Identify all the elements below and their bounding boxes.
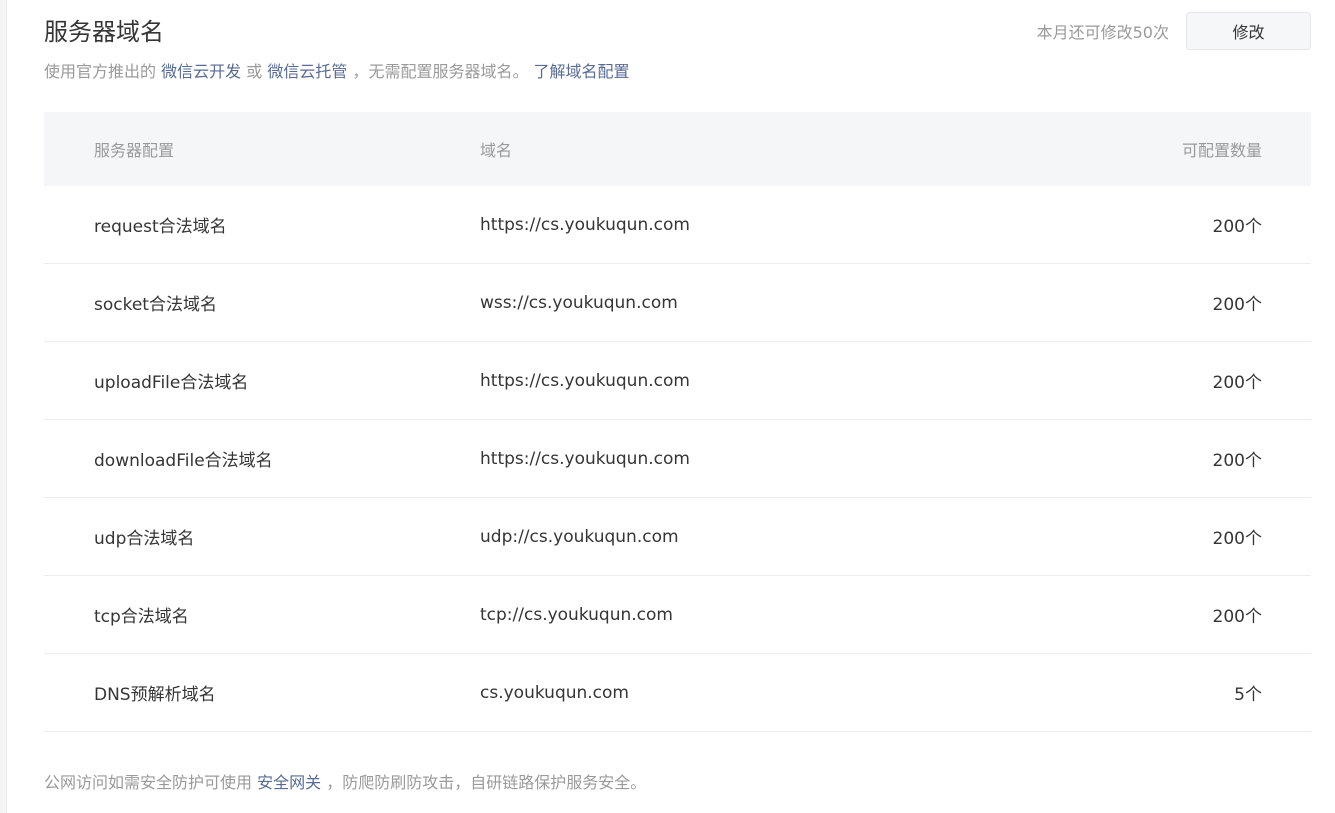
table-header: 服务器配置 域名 可配置数量 (44, 112, 1311, 186)
table-row: DNS预解析域名 cs.youkuqun.com 5个 (44, 654, 1311, 732)
row-domain: cs.youkuqun.com (480, 682, 629, 703)
cloud-hosting-link[interactable]: 微信云托管 (267, 62, 347, 81)
row-config: socket合法域名 (94, 295, 217, 315)
table-row: tcp合法域名 tcp://cs.youkuqun.com 200个 (44, 576, 1311, 654)
row-count: 200个 (1212, 529, 1262, 549)
row-config: downloadFile合法域名 (94, 451, 273, 471)
row-domain: https://cs.youkuqun.com (480, 448, 690, 469)
row-count: 5个 (1234, 685, 1262, 705)
subtitle-suffix: ，无需配置服务器域名。 (352, 62, 529, 81)
edit-button[interactable]: 修改 (1186, 12, 1311, 50)
row-count: 200个 (1212, 217, 1262, 237)
row-config: DNS预解析域名 (94, 685, 216, 705)
subtitle-prefix: 使用官方推出的 (44, 62, 157, 81)
table-row: udp合法域名 udp://cs.youkuqun.com 200个 (44, 498, 1311, 576)
header-domain: 域名 (480, 141, 513, 160)
row-config: uploadFile合法域名 (94, 373, 249, 393)
row-config: request合法域名 (94, 217, 227, 237)
footer-prefix: 公网访问如需安全防护可使用 (44, 773, 253, 792)
page-title: 服务器域名 (44, 18, 164, 46)
learn-domain-config-link[interactable]: 了解域名配置 (534, 62, 630, 81)
header-count: 可配置数量 (1181, 141, 1262, 160)
row-domain: https://cs.youkuqun.com (480, 214, 690, 235)
row-domain: wss://cs.youkuqun.com (480, 292, 678, 313)
security-note: 公网访问如需安全防护可使用 安全网关 ，防爬防刷防攻击，自研链路保护服务安全。 (44, 769, 646, 793)
table-row: uploadFile合法域名 https://cs.youkuqun.com 2… (44, 342, 1311, 420)
left-edge-divider (0, 0, 7, 813)
subtitle: 使用官方推出的 微信云开发 或 微信云托管 ，无需配置服务器域名。 了解域名配置 (44, 58, 630, 82)
row-count: 200个 (1212, 607, 1262, 627)
cloud-dev-link[interactable]: 微信云开发 (161, 62, 241, 81)
row-config: udp合法域名 (94, 529, 195, 549)
table-row: request合法域名 https://cs.youkuqun.com 200个 (44, 186, 1311, 264)
table-row: socket合法域名 wss://cs.youkuqun.com 200个 (44, 264, 1311, 342)
row-count: 200个 (1212, 295, 1262, 315)
security-gateway-link[interactable]: 安全网关 (257, 773, 321, 792)
domain-table: 服务器配置 域名 可配置数量 request合法域名 https://cs.yo… (44, 112, 1311, 732)
row-count: 200个 (1212, 373, 1262, 393)
row-domain: tcp://cs.youkuqun.com (480, 604, 673, 625)
row-count: 200个 (1212, 451, 1262, 471)
table-row: downloadFile合法域名 https://cs.youkuqun.com… (44, 420, 1311, 498)
subtitle-or: 或 (246, 62, 263, 81)
quota-text: 本月还可修改50次 (1036, 23, 1169, 42)
row-config: tcp合法域名 (94, 607, 189, 627)
header-server-config: 服务器配置 (94, 141, 175, 160)
row-domain: udp://cs.youkuqun.com (480, 526, 679, 547)
row-domain: https://cs.youkuqun.com (480, 370, 690, 391)
footer-suffix: ，防爬防刷防攻击，自研链路保护服务安全。 (326, 773, 647, 792)
